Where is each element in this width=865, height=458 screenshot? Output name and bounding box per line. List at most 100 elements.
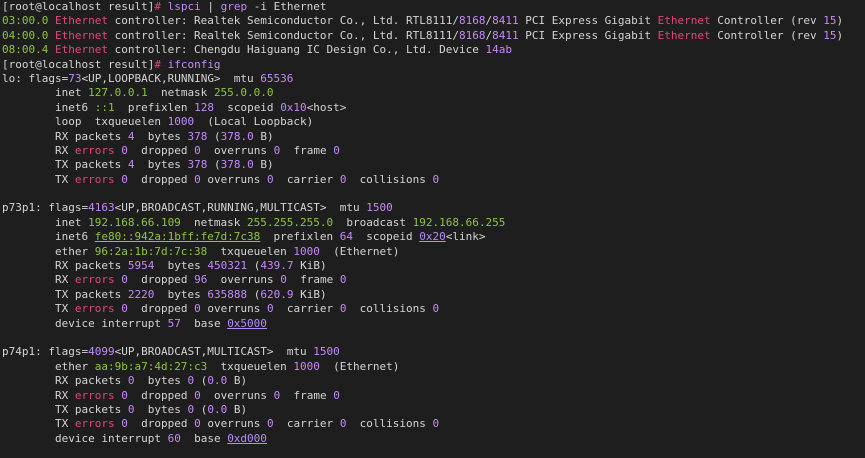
terminal-text-segment: frame: [280, 388, 334, 402]
terminal-text-segment: collisions: [346, 302, 433, 316]
terminal-text-segment: 1000: [293, 244, 320, 258]
terminal-text-segment: prefixlen: [260, 230, 340, 244]
terminal-text-segment: collisions: [346, 417, 433, 431]
terminal-text-segment: 0: [121, 417, 128, 431]
terminal-text-segment: #: [154, 57, 168, 71]
terminal-text-segment: (: [194, 402, 208, 416]
terminal-line: lo: flags=73<UP,LOOPBACK,RUNNING> mtu 65…: [2, 72, 865, 86]
terminal-text-segment: [root@localhost result]: [2, 57, 155, 71]
terminal-text-segment: 439.7: [260, 259, 294, 273]
terminal-text-segment: 1500: [313, 345, 340, 359]
terminal-text-segment: 255.0.0.0: [213, 86, 274, 100]
terminal-text-segment: errors: [74, 273, 115, 287]
terminal-text-segment: RX packets: [2, 374, 128, 388]
terminal-text-segment: 03:00.0: [2, 14, 55, 28]
terminal-text-segment: 04:00.0: [2, 28, 55, 42]
terminal-line: p74p1: flags=4099<UP,BROADCAST,MULTICAST…: [2, 345, 865, 359]
terminal-text-segment: 0: [121, 388, 128, 402]
terminal-text-segment: dropped: [127, 417, 195, 431]
terminal-text-segment: TX packets: [2, 158, 128, 172]
terminal-text-segment: errors: [74, 172, 115, 186]
terminal-text-segment: (Local Loopback): [194, 115, 314, 129]
terminal-text-segment: 57: [167, 316, 181, 330]
terminal-text-segment: #: [154, 0, 168, 13]
terminal-text-segment: ether: [2, 359, 95, 373]
terminal-text-segment: bytes: [134, 158, 188, 172]
terminal-text-segment: KiB): [293, 259, 327, 273]
terminal-line: inet 192.168.66.109 netmask 255.255.255.…: [2, 216, 865, 230]
terminal-text-segment: 2220: [127, 287, 155, 301]
terminal-line: loop txqueuelen 1000 (Local Loopback): [2, 115, 865, 129]
terminal-line: inet6 ::1 prefixlen 128 scopeid 0x10<hos…: [2, 101, 865, 115]
terminal-text-segment: device interrupt: [2, 316, 168, 330]
terminal-window[interactable]: [root@localhost result]# lspci | grep -i…: [0, 0, 865, 458]
terminal-text-segment: 1000: [293, 359, 320, 373]
terminal-text-segment: fe80::942a:1bff:fe7d:7c38: [94, 230, 261, 244]
terminal-text-segment: B): [227, 374, 248, 388]
terminal-text-segment: <link>: [445, 230, 486, 244]
terminal-line: TX errors 0 dropped 0 overruns 0 carrier…: [2, 302, 865, 316]
terminal-text-segment: bytes: [154, 259, 208, 273]
terminal-line: [root@localhost result]# lspci | grep -i…: [2, 0, 865, 14]
terminal-line: inet6 fe80::942a:1bff:fe7d:7c38 prefixle…: [2, 230, 865, 244]
terminal-text-segment: 378: [187, 129, 208, 143]
terminal-text-segment: scopeid: [213, 100, 281, 114]
terminal-text-segment: carrier: [273, 302, 340, 316]
terminal-text-segment: 0: [121, 273, 128, 287]
terminal-text-segment: 0: [266, 417, 274, 431]
terminal-text-segment: netmask: [180, 215, 248, 229]
terminal-text-segment: <host>: [306, 100, 347, 114]
terminal-text-segment: 5954: [127, 259, 155, 273]
terminal-text-segment: dropped: [127, 388, 195, 402]
terminal-text-segment: bytes: [134, 129, 188, 143]
terminal-text-segment: 0x10: [280, 100, 307, 114]
terminal-text-segment: carrier: [273, 417, 340, 431]
terminal-text-segment: (: [247, 287, 261, 301]
terminal-text-segment: RX: [2, 273, 75, 287]
terminal-text-segment: aa:9b:a7:4d:27:c3: [94, 359, 208, 373]
terminal-line: inet 127.0.0.1 netmask 255.0.0.0: [2, 86, 865, 100]
terminal-text-segment: dropped: [127, 143, 195, 157]
terminal-text-segment: dropped: [127, 302, 195, 316]
terminal-text-segment: 08:00.4: [2, 43, 55, 57]
terminal-line: TX packets 4 bytes 378 (378.0 B): [2, 158, 865, 172]
terminal-text-segment: 0: [266, 172, 274, 186]
terminal-text-segment: 8411: [492, 28, 519, 42]
terminal-text-segment: controller: Chengdu Haiguang IC Design C…: [107, 43, 486, 57]
terminal-text-segment: controller: Realtek Semiconductor Co., L…: [107, 28, 459, 42]
terminal-text-segment: Ethernet: [657, 14, 711, 28]
terminal-text-segment: overruns: [200, 417, 267, 431]
terminal-text-segment: <UP,LOOPBACK,RUNNING> mtu: [81, 71, 261, 85]
terminal-line: device interrupt 60 base 0xd000: [2, 432, 865, 446]
terminal-line: TX packets 2220 bytes 635888 (620.9 KiB): [2, 288, 865, 302]
terminal-text-segment: scopeid: [353, 230, 420, 244]
terminal-text-segment: 0: [266, 302, 274, 316]
terminal-text-segment: B): [227, 402, 248, 416]
terminal-line: RX packets 0 bytes 0 (0.0 B): [2, 374, 865, 388]
terminal-text-segment: 65536: [260, 71, 294, 85]
terminal-text-segment: overruns: [200, 172, 267, 186]
terminal-text-segment: inet: [2, 215, 89, 229]
terminal-text-segment: bytes: [154, 287, 208, 301]
terminal-text-segment: 8411: [492, 14, 519, 28]
terminal-text-segment: B): [253, 129, 274, 143]
terminal-text-segment: (: [247, 259, 261, 273]
terminal-line: ether 96:2a:1b:7d:7c:38 txqueuelen 1000 …: [2, 245, 865, 259]
terminal-text-segment: 0: [121, 143, 128, 157]
terminal-text-segment: carrier: [273, 172, 340, 186]
terminal-line: TX packets 0 bytes 0 (0.0 B): [2, 403, 865, 417]
terminal-text-segment: (: [207, 129, 221, 143]
terminal-text-segment: 0: [194, 143, 201, 157]
terminal-text-segment: overruns: [200, 302, 267, 316]
terminal-text-segment: netmask: [147, 86, 214, 100]
terminal-text-segment: prefixlen: [114, 100, 195, 114]
terminal-text-segment: 8168: [458, 14, 486, 28]
terminal-line: RX errors 0 dropped 0 overruns 0 frame 0: [2, 389, 865, 403]
terminal-text-segment: 0: [432, 417, 440, 431]
terminal-text-segment: 96:2a:1b:7d:7c:38: [94, 244, 208, 258]
terminal-text-segment: TX: [2, 172, 75, 186]
terminal-text-segment: 0: [194, 417, 201, 431]
terminal-text-segment: 192.168.66.109: [88, 215, 181, 229]
terminal-text-segment: RX packets: [2, 259, 128, 273]
terminal-text-segment: 378.0: [220, 158, 254, 172]
